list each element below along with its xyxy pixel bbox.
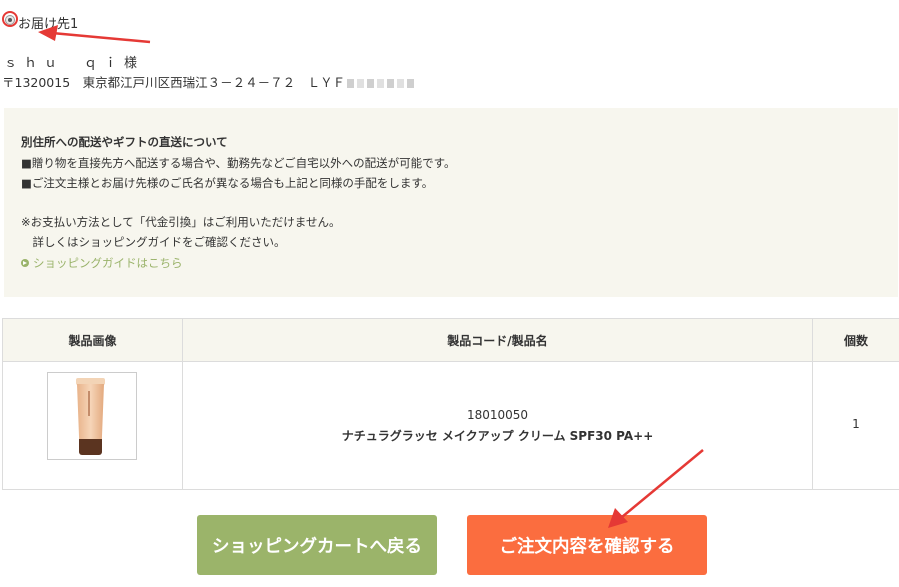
qty-cell: 1	[813, 361, 899, 489]
table-header: 製品画像 製品コード/製品名 個数	[3, 319, 899, 362]
recipient-address: 〒1320015 東京都江戸川区西瑞江３－２４－７２ ＬＹＦ	[2, 72, 415, 91]
notice-title: 別住所への配送やギフトの直送について	[21, 135, 228, 149]
product-image-cell	[3, 361, 183, 489]
annotation-circle	[2, 11, 18, 27]
header-code-name: 製品コード/製品名	[183, 319, 813, 361]
product-info-cell: 18010050 ナチュラグラッセ メイクアップ クリーム SPF30 PA++	[183, 361, 813, 489]
delivery-notice: 別住所への配送やギフトの直送について ■贈り物を直接先方へ配送する場合や、勤務先…	[4, 108, 898, 297]
redacted-text	[347, 79, 415, 88]
header-qty: 個数	[843, 333, 868, 348]
back-to-cart-button[interactable]: ショッピングカートへ戻る	[197, 515, 437, 575]
notice-line-2: ■ご注文主様とお届け先様のご氏名が異なる場合も上記と同様の手配をします。	[21, 176, 434, 190]
recipient-name: ｓｈｕ ｑｉ様	[4, 56, 145, 71]
notice-guide-note: 詳しくはショッピングガイドをご確認ください。	[21, 235, 286, 249]
notice-line-1: ■贈り物を直接先方へ配送する場合や、勤務先などご自宅以外への配送が可能です。	[21, 155, 456, 170]
address-option-label[interactable]: お届け先1	[18, 13, 78, 32]
product-name: ナチュラグラッセ メイクアップ クリーム SPF30 PA++	[341, 429, 654, 443]
confirm-order-button[interactable]: ご注文内容を確認する	[467, 515, 707, 575]
shopping-guide-link-label[interactable]: ショッピングガイドはこちら	[33, 253, 183, 274]
arrow-circle-icon	[21, 258, 29, 267]
shopping-guide-link[interactable]: ショッピングガイドはこちら	[21, 253, 881, 274]
table-row: 18010050 ナチュラグラッセ メイクアップ クリーム SPF30 PA++…	[3, 361, 899, 489]
product-code: 18010050	[466, 408, 529, 422]
notice-payment-note: ※お支払い方法として「代金引換」はご利用いただけません。	[21, 214, 341, 229]
recipient-address-text: 〒1320015 東京都江戸川区西瑞江３－２４－７２ ＬＹＦ	[2, 75, 346, 90]
header-image: 製品画像	[3, 319, 183, 361]
product-table: 製品画像 製品コード/製品名 個数 18010050 ナチュラグラッセ メイクア…	[2, 318, 899, 490]
product-image[interactable]	[47, 372, 137, 460]
product-qty: 1	[852, 417, 860, 431]
